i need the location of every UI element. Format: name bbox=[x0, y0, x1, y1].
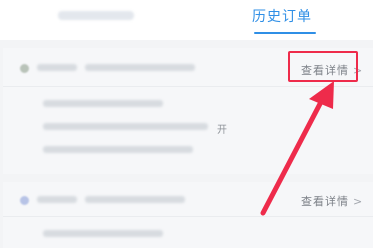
view-details-button[interactable]: 查看详情 > bbox=[301, 193, 363, 209]
highlight-box bbox=[288, 51, 358, 82]
blurred-tab-label bbox=[58, 11, 134, 20]
divider bbox=[3, 216, 373, 217]
view-details-label: 查看详情 bbox=[301, 195, 349, 208]
blurred-text bbox=[43, 230, 163, 237]
store-icon bbox=[20, 64, 29, 73]
blurred-tail-text: 开 bbox=[217, 125, 227, 136]
order-tabs: 历史订单 bbox=[0, 0, 373, 40]
store-icon bbox=[20, 196, 29, 205]
blurred-text bbox=[37, 196, 77, 203]
active-tab-indicator bbox=[254, 32, 316, 34]
blurred-text bbox=[43, 123, 208, 130]
blurred-text bbox=[43, 146, 193, 153]
tab-current-orders[interactable] bbox=[58, 8, 144, 24]
blurred-text bbox=[43, 100, 163, 107]
order-card: 查看详情 > bbox=[3, 182, 373, 248]
order-card-header: 查看详情 > bbox=[3, 182, 373, 220]
blurred-text bbox=[37, 64, 77, 71]
tab-history-orders[interactable]: 历史订单 bbox=[252, 6, 312, 26]
divider bbox=[3, 86, 373, 87]
blurred-text bbox=[85, 64, 195, 71]
order-list-screen: 历史订单 查看详情 > 开 查看详情 > bbox=[0, 0, 373, 248]
chevron-right-icon: > bbox=[353, 195, 364, 208]
blurred-text bbox=[85, 196, 185, 203]
